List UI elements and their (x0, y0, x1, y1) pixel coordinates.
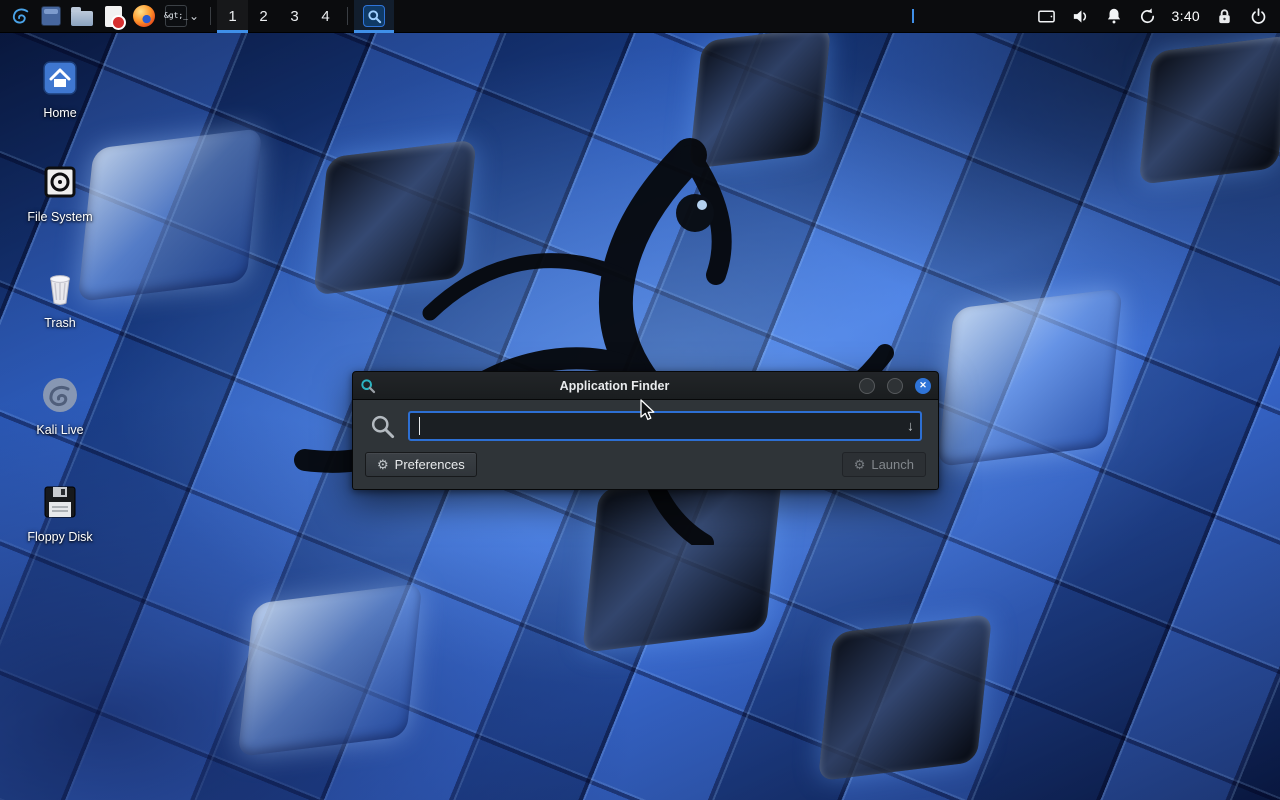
terminal-icon: &gt;_ (165, 5, 187, 27)
terminal-button[interactable]: &gt;_ ⌄ (160, 0, 204, 33)
workspace-switcher: 1 2 3 4 (217, 0, 341, 32)
lock-icon (1215, 7, 1234, 26)
file-system-icon (40, 162, 80, 202)
document-icon (105, 6, 122, 27)
preferences-button-label: Preferences (395, 457, 465, 472)
bell-icon (1105, 7, 1123, 25)
floppy-disk-icon (40, 482, 80, 522)
wallpaper-cube (1139, 35, 1280, 185)
desktop-icon-label: Home (43, 106, 76, 120)
system-tray: 3:40 (1037, 0, 1280, 32)
desktop-icon-kali-live[interactable]: Kali Live (10, 375, 110, 437)
text-editor-button[interactable] (98, 0, 128, 33)
taskbar-application-finder-button[interactable] (354, 0, 394, 33)
display-tray-button[interactable] (1037, 0, 1056, 33)
wallpaper-cube (937, 288, 1122, 467)
workspace-4-button[interactable]: 4 (310, 0, 341, 33)
display-icon (1037, 7, 1056, 26)
desktop-icon-home[interactable]: Home (10, 58, 110, 120)
desktop-icon-label: Kali Live (36, 423, 83, 437)
clock[interactable]: 3:40 (1172, 0, 1200, 33)
maximize-button[interactable] (887, 378, 903, 394)
window-icon (41, 6, 61, 26)
desktop-icon-label: Trash (44, 316, 76, 330)
search-input[interactable] (408, 411, 922, 441)
panel-separator (210, 7, 211, 25)
logout-button[interactable] (1249, 0, 1268, 33)
workspace-2-button[interactable]: 2 (248, 0, 279, 33)
trash-icon (40, 268, 80, 308)
window-manager-button[interactable] (36, 0, 66, 33)
launch-button-label: Launch (871, 457, 914, 472)
window-titlebar[interactable]: Application Finder ✕ (352, 371, 939, 400)
search-icon (369, 413, 396, 440)
close-button[interactable]: ✕ (915, 378, 931, 394)
mouse-cursor (636, 398, 658, 422)
lock-screen-button[interactable] (1215, 0, 1234, 33)
application-finder-task-icon (363, 5, 385, 27)
notifications-tray-button[interactable] (1105, 0, 1123, 33)
gear-icon: ⚙ (377, 458, 389, 471)
updates-tray-button[interactable] (1138, 0, 1157, 33)
application-finder-icon (360, 378, 376, 394)
workspace-3-button[interactable]: 3 (279, 0, 310, 33)
firefox-button[interactable] (128, 0, 160, 33)
kali-logo-icon (9, 5, 31, 27)
application-finder-window: Application Finder ✕ ↓ ⚙ Prefe (352, 371, 939, 490)
dropdown-arrow-icon[interactable]: ↓ (907, 418, 914, 434)
launch-icon: ⚙ (854, 458, 866, 471)
chevron-down-icon: ⌄ (189, 9, 199, 23)
home-icon (40, 58, 80, 98)
window-title: Application Finder (382, 379, 847, 393)
preferences-button[interactable]: ⚙ Preferences (365, 452, 477, 477)
desktop-icon-trash[interactable]: Trash (10, 268, 110, 330)
kali-live-icon (40, 375, 80, 415)
wallpaper-cube (818, 614, 992, 781)
volume-tray-button[interactable] (1071, 0, 1090, 33)
desktop-icon-floppy-disk[interactable]: Floppy Disk (10, 482, 110, 544)
text-caret (419, 417, 420, 435)
search-entry: ↓ (408, 411, 922, 441)
minimize-button[interactable] (859, 378, 875, 394)
power-icon (1249, 7, 1268, 26)
desktop-icon-label: File System (27, 210, 92, 224)
kali-menu-button[interactable] (4, 0, 36, 33)
refresh-icon (1138, 7, 1157, 26)
folder-icon (71, 11, 93, 26)
workspace-1-button[interactable]: 1 (217, 0, 248, 33)
close-icon: ✕ (919, 381, 927, 390)
top-panel: &gt;_ ⌄ 1 2 3 4 (0, 0, 1280, 33)
file-manager-button[interactable] (66, 0, 98, 33)
panel-indicator (912, 9, 914, 23)
wallpaper-cube (238, 583, 423, 757)
desktop-icon-label: Floppy Disk (27, 530, 92, 544)
search-icon (367, 9, 382, 24)
desktop-icon-file-system[interactable]: File System (10, 162, 110, 224)
panel-separator (347, 7, 348, 25)
launch-button[interactable]: ⚙ Launch (842, 452, 926, 477)
firefox-icon (133, 5, 155, 27)
speaker-icon (1071, 7, 1090, 26)
